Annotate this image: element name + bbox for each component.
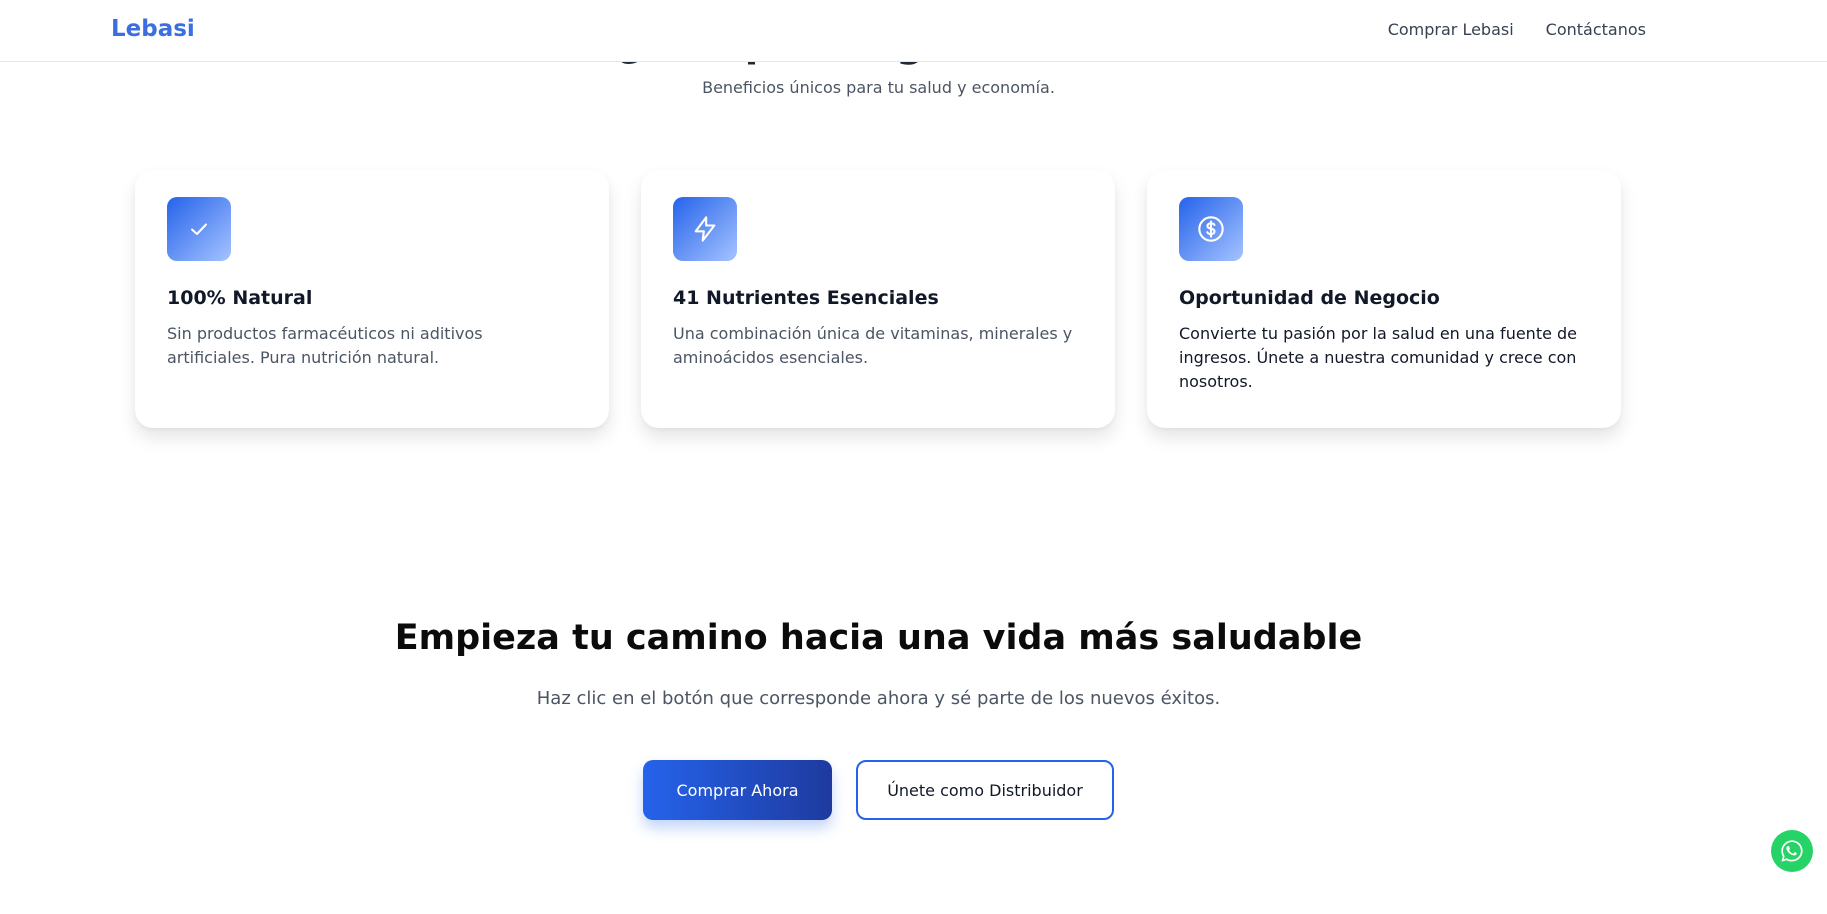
nav-link-comprar[interactable]: Comprar Lebasi [1388,20,1514,39]
feature-title: 100% Natural [167,287,313,309]
feature-text: Convierte tu pasión por la salud en una … [1179,324,1578,391]
features-grid: 100% Natural Sin productos farmacéuticos… [135,170,1621,428]
cta-buttons: Comprar Ahora Únete como Distribuidor [643,760,1114,820]
feature-title: 41 Nutrientes Esenciales [673,287,939,309]
feature-text: Sin productos farmacéuticos ni aditivos … [167,324,483,367]
buy-now-button[interactable]: Comprar Ahora [643,760,832,820]
cta-subtitle: Haz clic en el botón que corresponde aho… [536,688,1221,709]
check-icon [167,197,231,261]
whatsapp-icon[interactable] [1771,830,1813,872]
nav-links: Comprar Lebasi Contáctanos [1388,20,1646,39]
nav-link-contacto[interactable]: Contáctanos [1546,20,1646,39]
cta-title: Empieza tu camino hacia una vida más sal… [394,618,1363,658]
navbar: Lebasi Comprar Lebasi Contáctanos [0,0,1827,62]
feature-title: Oportunidad de Negocio [1179,287,1440,309]
feature-card-nutrientes: 41 Nutrientes Esenciales Una combinación… [641,170,1115,428]
become-distributor-button[interactable]: Únete como Distribuidor [856,760,1114,820]
section-subtitle: Beneficios únicos para tu salud y econom… [702,78,1055,97]
page: ¿Por qué elegir Lebasi? Beneficios único… [0,0,1827,914]
brand-logo[interactable]: Lebasi [111,16,195,42]
feature-card-negocio: Oportunidad de Negocio Convierte tu pasi… [1147,170,1621,428]
feature-card-natural: 100% Natural Sin productos farmacéuticos… [135,170,609,428]
dollar-icon [1179,197,1243,261]
feature-text: Una combinación única de vitaminas, mine… [673,324,1073,367]
lightning-icon [673,197,737,261]
